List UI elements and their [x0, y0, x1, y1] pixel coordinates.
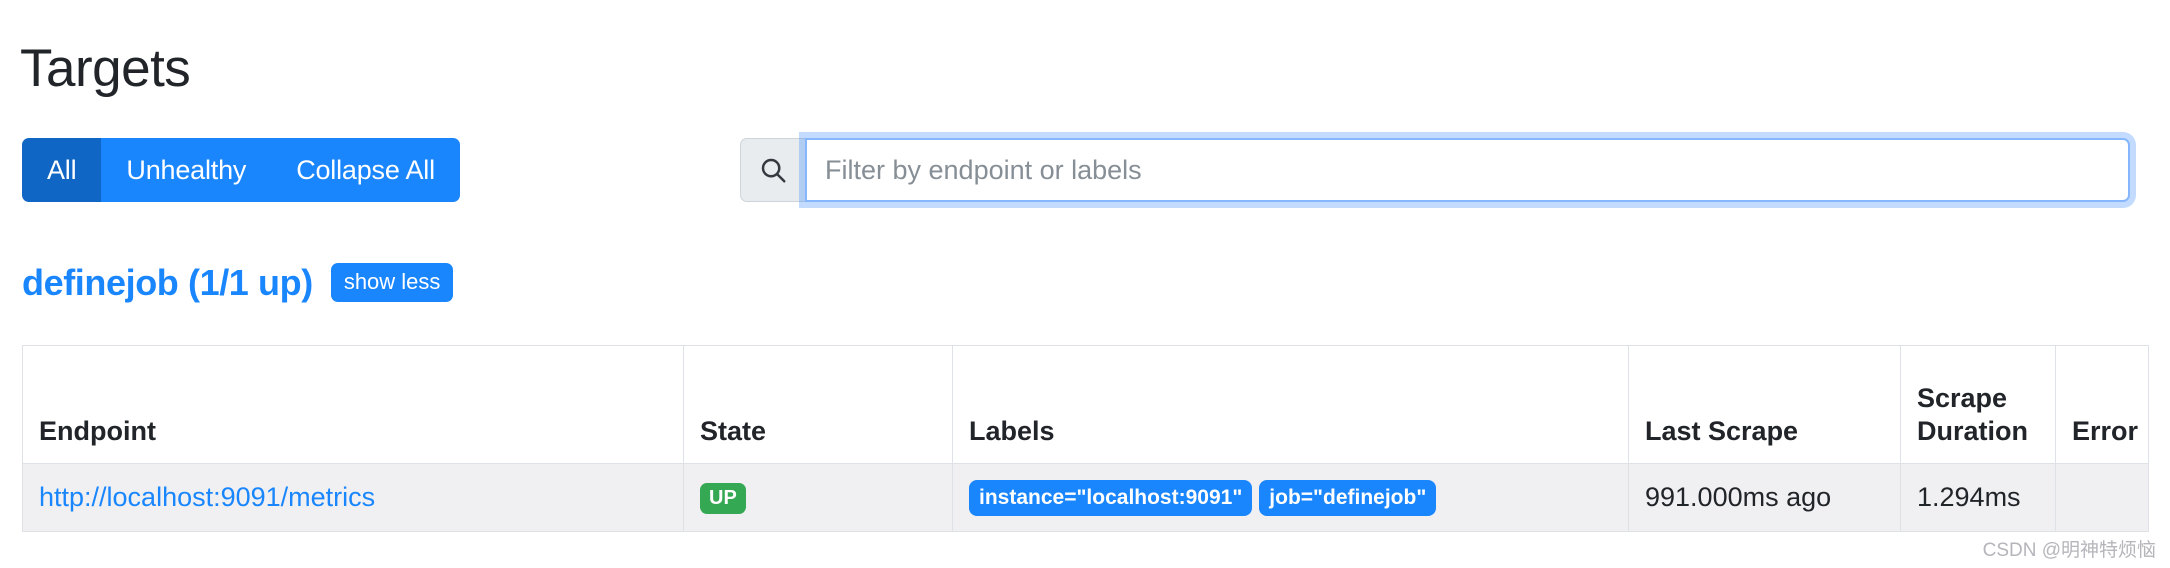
endpoint-link[interactable]: http://localhost:9091/metrics [39, 482, 375, 512]
column-header-last-scrape: Last Scrape [1628, 345, 1901, 464]
page-title: Targets [20, 38, 191, 98]
job-heading: definejob (1/1 up) show less [22, 263, 454, 302]
table-body: http://localhost:9091/metrics UP instanc… [22, 463, 2149, 532]
column-header-endpoint: Endpoint [22, 345, 684, 464]
filter-button-unhealthy[interactable]: Unhealthy [101, 138, 272, 202]
cell-labels: instance="localhost:9091" job="definejob" [952, 463, 1629, 532]
column-header-scrape-duration: Scrape Duration [1900, 345, 2056, 464]
show-less-button[interactable]: show less [330, 263, 454, 302]
table-row: http://localhost:9091/metrics UP instanc… [22, 463, 2149, 532]
cell-endpoint: http://localhost:9091/metrics [22, 463, 684, 532]
watermark: CSDN @明神特烦恼 [1982, 540, 2156, 561]
cell-state: UP [683, 463, 953, 532]
search-icon [740, 138, 805, 202]
collapse-all-button[interactable]: Collapse All [271, 138, 460, 202]
filter-button-group: All Unhealthy Collapse All [22, 138, 460, 202]
table-header-row: Endpoint State Labels Last Scrape Scrape… [22, 345, 2149, 464]
cell-last-scrape: 991.000ms ago [1628, 463, 1901, 532]
search-box [740, 138, 2130, 202]
table-head: Endpoint State Labels Last Scrape Scrape… [22, 345, 2149, 464]
column-header-error: Error [2055, 345, 2149, 464]
cell-scrape-duration: 1.294ms [1900, 463, 2056, 532]
toolbar: All Unhealthy Collapse All [0, 138, 2170, 202]
cell-error [2055, 463, 2149, 532]
column-header-state: State [683, 345, 953, 464]
targets-page: Targets All Unhealthy Collapse All defin… [0, 0, 2170, 568]
search-input[interactable] [805, 138, 2130, 202]
filter-button-all[interactable]: All [22, 138, 102, 202]
job-title[interactable]: definejob (1/1 up) [22, 264, 313, 301]
label-badge-instance[interactable]: instance="localhost:9091" [969, 479, 1253, 516]
targets-table: Endpoint State Labels Last Scrape Scrape… [22, 345, 2149, 532]
label-badge-job[interactable]: job="definejob" [1259, 479, 1437, 516]
column-header-labels: Labels [952, 345, 1629, 464]
status-badge: UP [700, 482, 746, 514]
